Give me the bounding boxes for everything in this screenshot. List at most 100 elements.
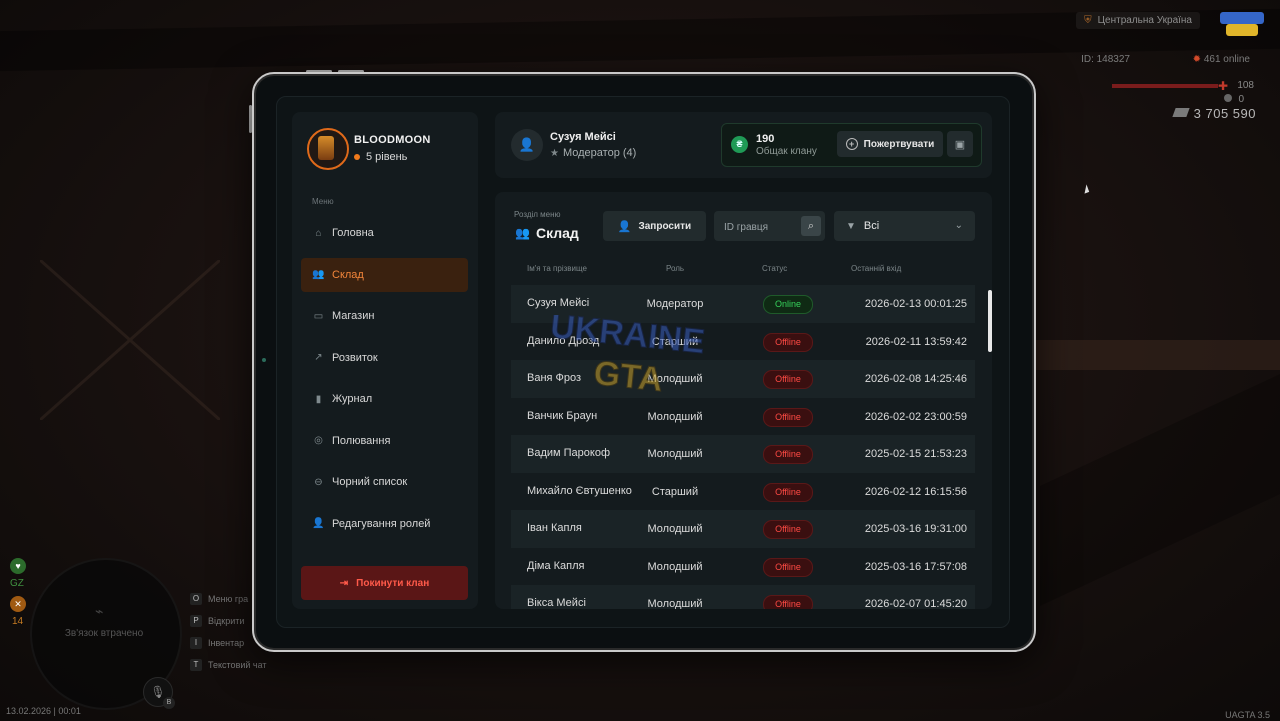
table-row[interactable]: Вадим Парокоф Молодший Offline 2025-02-1…	[511, 435, 975, 473]
status-badge: Offline	[763, 520, 813, 539]
table-row[interactable]: Вікса Мейсі Молодший Offline 2026-02-07 …	[511, 585, 975, 609]
member-name: Іван Капля	[527, 522, 582, 535]
game-logo	[1220, 12, 1264, 36]
level-dot-icon	[354, 154, 360, 160]
sun-icon: ✹	[1192, 54, 1202, 65]
money-icon	[1172, 108, 1190, 117]
hotkey-key: T	[190, 659, 202, 671]
member-role: Молодший	[647, 560, 703, 573]
invite-label: Запросити	[638, 220, 692, 232]
user-role: ★ Модератор (4)	[550, 147, 636, 159]
target-icon: ◎	[314, 435, 323, 446]
leave-clan-button[interactable]: ⇥ Покинути клан	[301, 566, 468, 600]
status-badge: Online	[763, 295, 813, 314]
player-id: ID: 148327	[1081, 54, 1130, 65]
sidebar-menu: ⌂ Головна 👥 Склад ▭ Магазин ↗ Розвиток ▮ Журн…	[301, 216, 468, 548]
member-name: Михайло Євтушенко	[527, 484, 632, 497]
table-header: Ім'я та прізвище Роль Статус Останній вх…	[511, 263, 975, 277]
book-icon: ▮	[315, 393, 322, 405]
health-cross-icon: ✚	[1217, 79, 1228, 93]
sidebar-item-development[interactable]: ↗ Розвиток	[301, 341, 468, 375]
table-row[interactable]: Ваня Фроз Молодший Offline 2026-02-08 14…	[511, 360, 975, 398]
sidebar-item-shop[interactable]: ▭ Магазин	[301, 299, 468, 333]
member-role: Молодший	[647, 598, 703, 609]
last-login: 2026-02-08 14:25:46	[864, 373, 967, 385]
clan-logo	[307, 128, 349, 170]
last-login: 2026-02-12 16:15:56	[864, 485, 967, 498]
user-edit-icon: 👤	[312, 518, 325, 529]
table-row[interactable]: Діма Капля Молодший Offline 2025-03-16 1…	[511, 548, 975, 586]
sidebar-item-label: Склад	[332, 268, 364, 281]
sidebar-item-blacklist[interactable]: ⊖ Чорний список	[301, 465, 468, 499]
clan-name: BLOODMOON	[354, 134, 431, 146]
donate-button[interactable]: + Пожертвувати	[837, 131, 943, 157]
sidebar-item-home[interactable]: ⌂ Головна	[301, 216, 468, 250]
gz-label: GZ	[10, 578, 24, 589]
section-title: 👥 Склад	[515, 225, 579, 241]
background-beam	[1030, 340, 1280, 370]
player-search: ⌕	[714, 211, 825, 243]
background-structure	[40, 260, 220, 420]
search-icon[interactable]: ⌕	[801, 216, 821, 236]
chart-icon: ↗	[314, 352, 323, 363]
camera-dot	[262, 358, 266, 362]
last-login: 2025-03-16 17:57:08	[864, 560, 967, 573]
status-badge: Offline	[763, 482, 813, 502]
player-id-input[interactable]	[722, 211, 802, 243]
datetime: 13.02.2026 | 00:01	[6, 706, 81, 716]
exit-icon: ⇥	[339, 577, 349, 589]
status-badge: Offline	[763, 445, 813, 464]
invite-button[interactable]: 👤 Запросити	[603, 211, 706, 241]
filter-icon: ▼	[846, 220, 856, 232]
minimap-status: Зв'язок втрачено	[64, 628, 144, 639]
sidebar-item-journal[interactable]: ▮ Журнал	[301, 382, 468, 416]
last-login: 2026-02-13 00:01:25	[864, 298, 967, 310]
users-icon: 👥	[312, 269, 325, 280]
online-count: ✹ 461 online	[1193, 54, 1250, 65]
last-login: 2026-02-07 01:45:20	[864, 598, 967, 609]
users-icon: 👥	[515, 226, 530, 240]
sidebar-item-label: Редагування ролей	[332, 517, 431, 530]
user-role-label: Модератор (4)	[562, 147, 637, 159]
armor-icon	[1224, 94, 1232, 102]
table-row[interactable]: Іван Капля Молодший Offline 2025-03-16 1…	[511, 510, 975, 548]
shield-icon: ⛨	[1084, 15, 1092, 26]
game-version: UAGTA 3.5	[1225, 710, 1270, 720]
members-table: Сузуя Мейсі Модератор Online 2026-02-13 …	[511, 285, 975, 609]
filter-value: Всі	[863, 220, 880, 232]
table-row[interactable]: Ванчик Браун Молодший Offline 2026-02-02…	[511, 398, 975, 436]
table-scrollbar[interactable]	[988, 290, 992, 352]
table-row[interactable]: Сузуя Мейсі Модератор Online 2026-02-13 …	[511, 285, 975, 323]
hotkey: T Текстовий чат	[190, 654, 267, 676]
level-number: 14	[12, 616, 24, 627]
hotkey-label: Текстовий чат	[208, 660, 267, 670]
table-row[interactable]: Михайло Євтушенко Старший Offline 2026-0…	[511, 473, 975, 511]
plus-circle-icon: +	[845, 138, 858, 150]
table-row[interactable]: Данило Дрозд Старший Offline 2026-02-11 …	[511, 323, 975, 361]
no-signal-icon: ⌁	[95, 603, 104, 619]
last-login: 2025-02-15 21:53:23	[864, 448, 967, 460]
member-name: Діма Капля	[527, 559, 585, 572]
status-filter-select[interactable]: ▼ Всі ⌄	[834, 211, 975, 241]
member-role: Модератор	[646, 298, 704, 310]
sidebar-item-role-editing[interactable]: 👤 Редагування ролей	[301, 507, 468, 541]
member-name: Данило Дрозд	[527, 334, 600, 347]
wallet-icon: ▣	[954, 138, 966, 151]
ban-icon: ⊖	[314, 476, 323, 488]
mic-key: B	[163, 697, 175, 709]
member-name: Ванчик Браун	[527, 409, 598, 422]
sidebar-item-hunting[interactable]: ◎ Полювання	[301, 424, 468, 458]
hotkey-label: Відкрити	[208, 616, 245, 626]
add-user-icon: 👤	[617, 220, 632, 233]
armor-value: 0	[1238, 94, 1244, 105]
sidebar-item-label: Полювання	[332, 434, 391, 447]
member-role: Молодший	[647, 373, 703, 385]
hotkey-label: Інвентар	[208, 638, 245, 648]
sidebar-item-storage[interactable]: 👥 Склад	[301, 257, 468, 292]
wallet-button[interactable]: ▣	[947, 131, 973, 157]
column-header-name: Ім'я та прізвище	[527, 264, 587, 273]
status-badge: Offline	[763, 595, 813, 609]
leave-clan-label: Покинути клан	[356, 577, 430, 589]
member-role: Старший	[651, 335, 699, 348]
clan-level-label: 5 рівень	[366, 151, 408, 163]
